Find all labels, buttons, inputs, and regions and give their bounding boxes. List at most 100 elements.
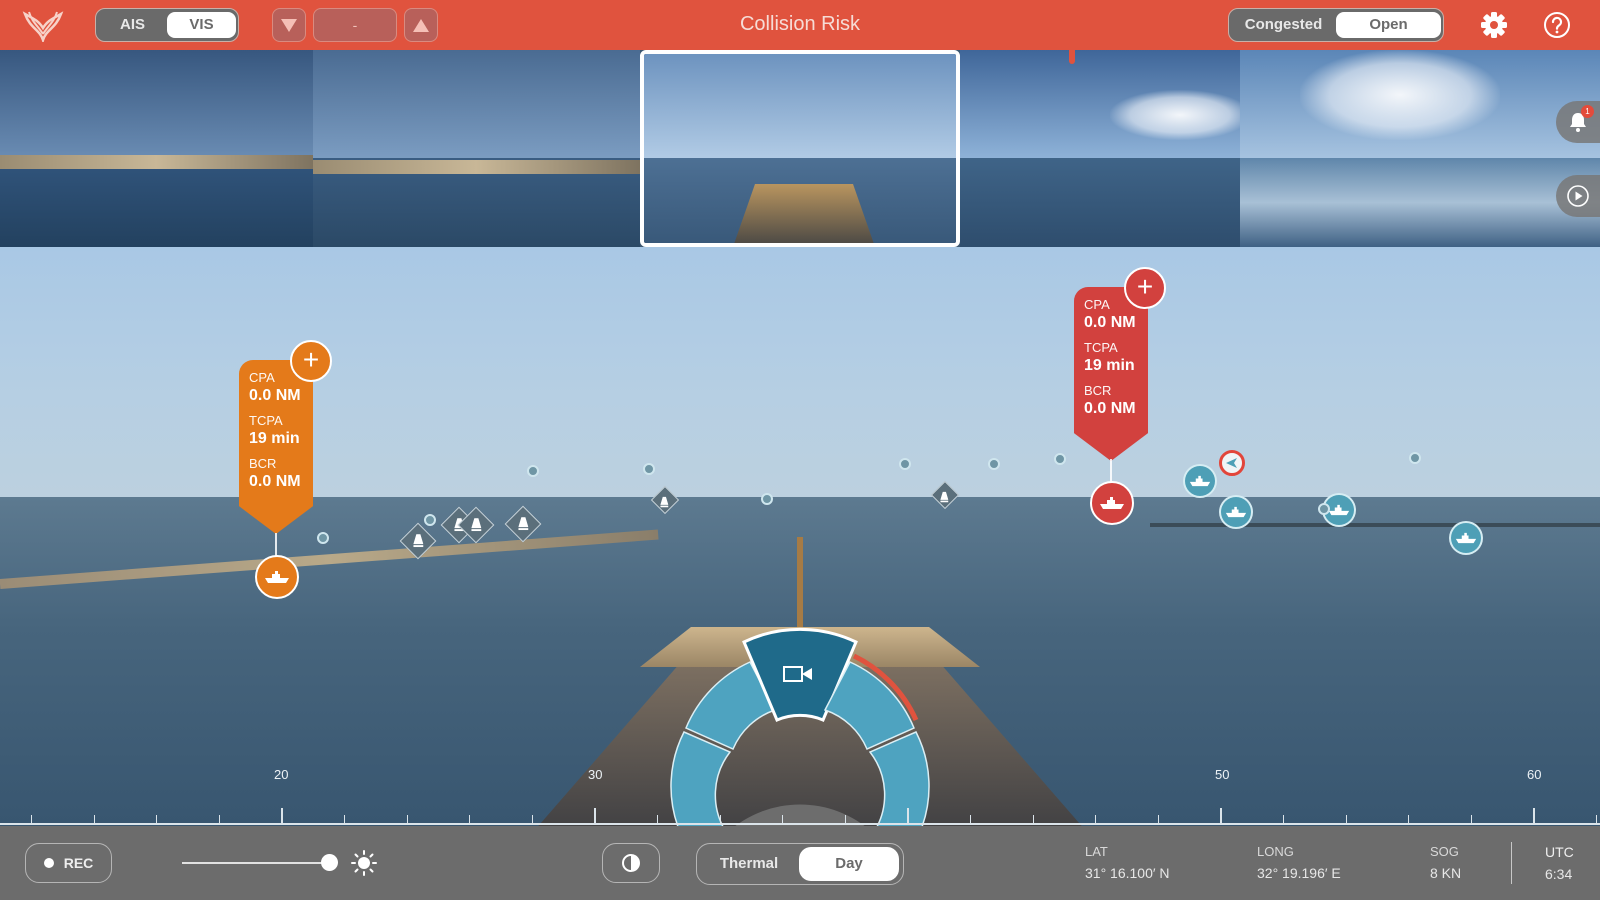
longitude-label: LONG xyxy=(1257,844,1294,859)
camera-thumbnail[interactable] xyxy=(960,50,1240,247)
range-decrease-button[interactable] xyxy=(272,8,306,42)
bcr-label: BCR xyxy=(1084,383,1112,398)
contrast-button[interactable] xyxy=(602,843,660,883)
bearing-tick xyxy=(93,815,95,823)
vessel-marker[interactable] xyxy=(1219,495,1253,529)
range-value: - xyxy=(313,8,397,42)
source-option-ais[interactable]: AIS xyxy=(98,12,167,38)
range-increase-button[interactable] xyxy=(404,8,438,42)
tcpa-value: 19 min xyxy=(249,430,300,447)
bcr-label: BCR xyxy=(249,456,277,471)
detection-dot[interactable] xyxy=(761,493,773,505)
dial-sector-far-left[interactable] xyxy=(670,731,732,826)
top-bar: AIS VIS - Collision Risk Congested Open xyxy=(0,0,1600,50)
tag-stem xyxy=(1110,459,1112,483)
brightness-slider-handle[interactable] xyxy=(321,854,339,871)
dial-sector-far-right[interactable] xyxy=(868,731,930,826)
bearing-tick xyxy=(844,815,846,823)
vessel-marker[interactable] xyxy=(1183,464,1217,498)
latitude-readout: LAT 31° 16.100′ N xyxy=(1085,844,1170,881)
bearing-scale-line xyxy=(0,823,1600,825)
help-icon xyxy=(1544,12,1570,38)
notification-badge: 1 xyxy=(1581,105,1594,118)
camera-thumbnail-selected[interactable] xyxy=(640,50,960,247)
cloud xyxy=(1110,90,1240,140)
coastline xyxy=(0,155,313,169)
camera-thumbnail[interactable] xyxy=(313,50,640,247)
detection-dot[interactable] xyxy=(1318,503,1330,515)
bearing-tick xyxy=(406,815,408,823)
coastline xyxy=(313,160,640,174)
ship-bow xyxy=(734,184,874,243)
bearing-tick-major xyxy=(594,808,597,823)
detection-dot[interactable] xyxy=(643,463,655,475)
bearing-tick xyxy=(1345,815,1347,823)
traffic-option-congested[interactable]: Congested xyxy=(1231,12,1336,38)
divider xyxy=(1511,842,1512,884)
bearing-tick-major xyxy=(907,808,910,823)
detection-dot[interactable] xyxy=(988,458,1000,470)
mode-option-thermal[interactable]: Thermal xyxy=(699,847,799,881)
bearing-tick xyxy=(469,815,471,823)
camera-thumbnail[interactable] xyxy=(0,50,313,247)
longitude-readout: LONG 32° 19.196′ E xyxy=(1257,844,1341,881)
bearing-tick xyxy=(1095,815,1097,823)
ship-icon xyxy=(1328,504,1350,516)
bearing-tick xyxy=(1596,815,1597,823)
traffic-option-open[interactable]: Open xyxy=(1336,12,1441,38)
detection-dot[interactable] xyxy=(527,465,539,477)
arrow-left-icon xyxy=(1226,458,1237,468)
logo-icon xyxy=(22,11,64,42)
bearing-tick xyxy=(344,815,345,823)
vessel-marker[interactable] xyxy=(1449,521,1483,555)
detection-dot[interactable] xyxy=(899,458,911,470)
target-info-tag[interactable]: CPA 0.0 NM TCPA 19 min BCR 0.0 NM xyxy=(239,360,313,534)
notifications-button[interactable]: 1 xyxy=(1556,101,1600,143)
brightness-icon xyxy=(351,850,377,876)
utc-label: UTC xyxy=(1545,844,1574,860)
page-title: Collision Risk xyxy=(739,13,861,35)
latitude-label: LAT xyxy=(1085,844,1108,859)
add-target-button[interactable]: + xyxy=(1124,267,1166,309)
ship-icon xyxy=(1100,497,1124,509)
add-target-button[interactable]: + xyxy=(290,340,332,382)
help-button[interactable] xyxy=(1541,9,1573,41)
camera-sector-dial xyxy=(670,627,930,826)
own-ship-mast xyxy=(797,537,803,627)
bearing-label: 30 xyxy=(588,767,603,782)
bearing-tick xyxy=(31,815,32,823)
ship-icon xyxy=(1455,532,1477,544)
bearing-tick xyxy=(719,815,721,823)
main-camera-view[interactable]: CPA 0.0 NM TCPA 19 min BCR 0.0 NM + CPA … xyxy=(0,247,1600,826)
settings-button[interactable] xyxy=(1478,9,1510,41)
mode-option-day[interactable]: Day xyxy=(799,847,899,881)
camera-mode-toggle: Thermal Day xyxy=(696,843,904,885)
tag-stem xyxy=(275,533,277,557)
bcr-value: 0.0 NM xyxy=(1084,400,1136,417)
bearing-label: 60 xyxy=(1527,767,1542,782)
target-vessel-marker[interactable] xyxy=(255,555,299,599)
bearing-tick xyxy=(970,815,971,823)
source-option-vis[interactable]: VIS xyxy=(167,12,236,38)
detection-dot[interactable] xyxy=(1409,452,1421,464)
aton-marker[interactable] xyxy=(1219,450,1245,476)
traffic-toggle: Congested Open xyxy=(1228,8,1444,42)
record-button[interactable]: REC xyxy=(25,843,112,883)
bearing-tick-major xyxy=(1533,808,1536,823)
ship-icon xyxy=(1189,475,1211,487)
detection-dot[interactable] xyxy=(424,514,436,526)
sog-label: SOG xyxy=(1430,844,1459,859)
brightness-slider[interactable] xyxy=(182,862,334,864)
play-button[interactable] xyxy=(1556,175,1600,217)
bearing-tick-major xyxy=(1220,808,1223,823)
detection-dot[interactable] xyxy=(317,532,329,544)
record-dot-icon xyxy=(43,858,54,868)
target-vessel-marker[interactable] xyxy=(1090,481,1134,525)
target-info-tag[interactable]: CPA 0.0 NM TCPA 19 min BCR 0.0 NM xyxy=(1074,287,1148,461)
detection-dot[interactable] xyxy=(1054,453,1066,465)
bearing-tick xyxy=(1283,815,1284,823)
camera-thumbnail[interactable] xyxy=(1240,50,1600,247)
bearing-tick xyxy=(1032,815,1034,823)
tcpa-label: TCPA xyxy=(1084,340,1118,355)
bearing-tick xyxy=(218,815,220,823)
